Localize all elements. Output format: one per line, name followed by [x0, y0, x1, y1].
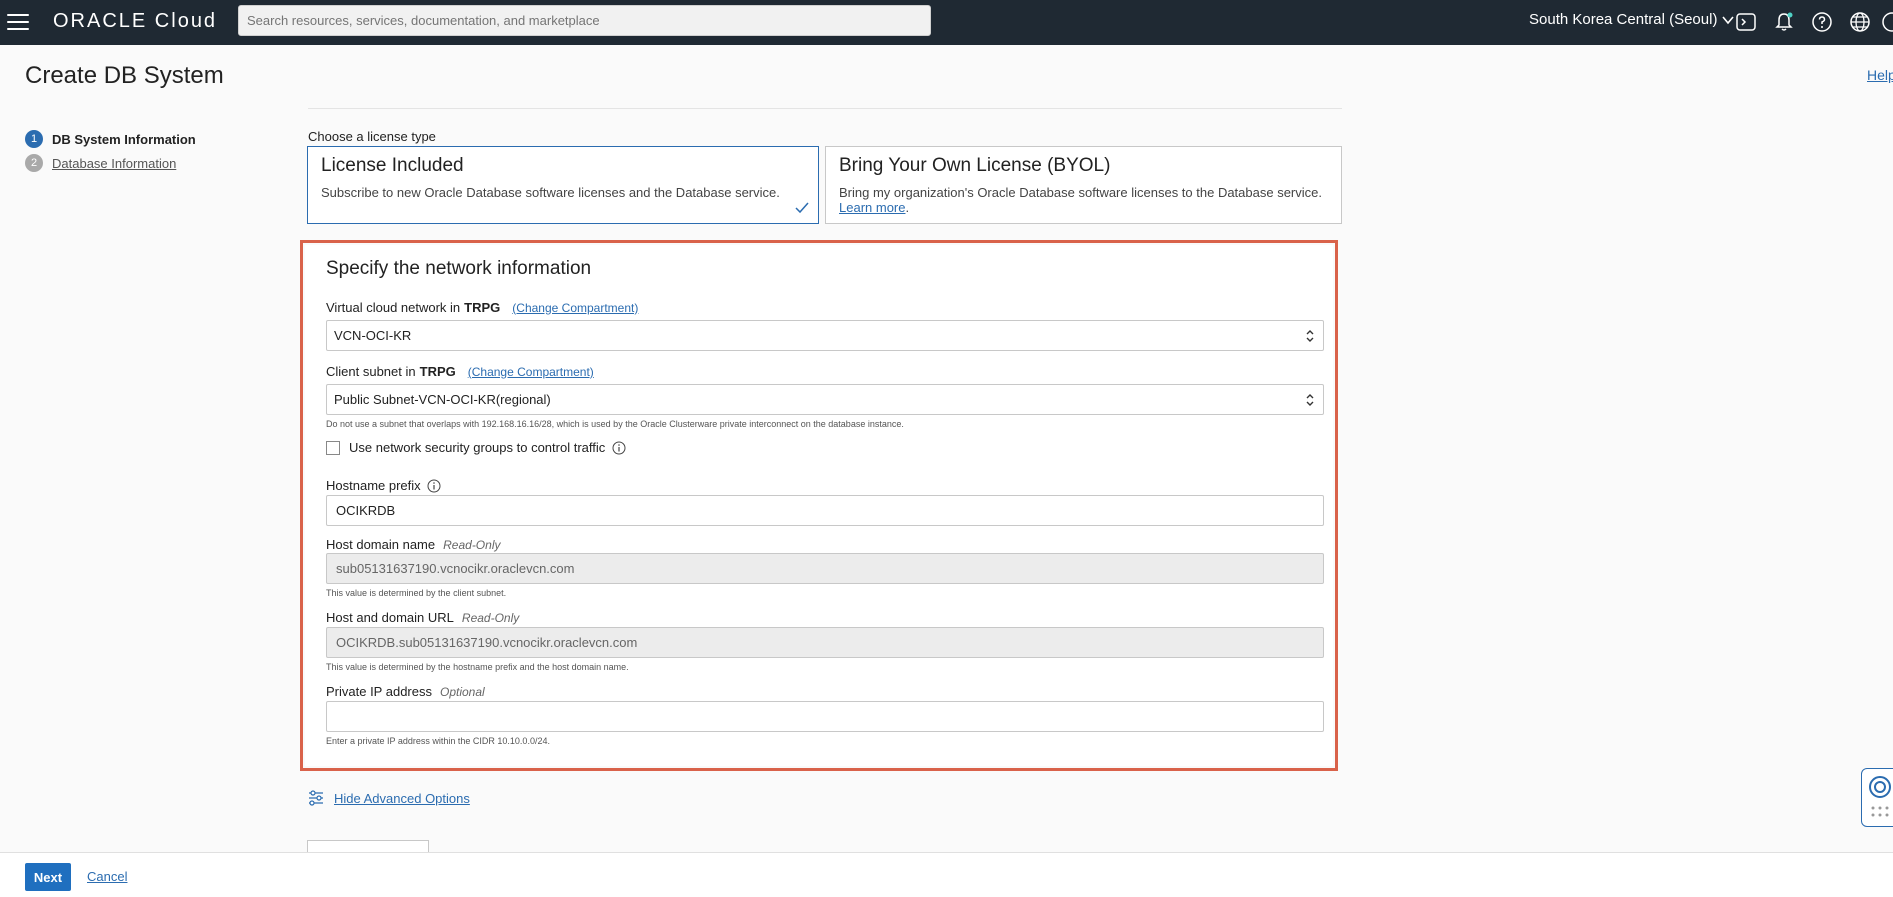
globe-icon[interactable] — [1848, 10, 1872, 34]
help-widget[interactable] — [1861, 768, 1893, 827]
step-label: Database Information — [52, 155, 177, 171]
read-only-tag: Read-Only — [443, 537, 501, 552]
host-domain-url-input — [326, 627, 1324, 658]
advanced-options-toggle[interactable]: Hide Advanced Options — [307, 789, 470, 807]
vcn-select-value: VCN-OCI-KR — [334, 328, 412, 343]
hostname-prefix-input[interactable] — [326, 495, 1324, 526]
host-domain-name-input — [326, 553, 1324, 584]
step-number: 2 — [25, 154, 43, 172]
select-arrows-icon — [1306, 330, 1314, 342]
oracle-cloud-logo[interactable]: ORACLE Cloud — [53, 10, 217, 33]
select-arrows-icon — [1306, 394, 1314, 406]
help-icon[interactable] — [1810, 10, 1834, 34]
wizard-steps: 1 DB System Information 2 Database Infor… — [25, 127, 196, 175]
vcn-change-compartment-link[interactable]: (Change Compartment) — [512, 301, 638, 315]
search-input[interactable] — [239, 6, 930, 35]
info-icon[interactable] — [612, 441, 626, 455]
next-button[interactable]: Next — [25, 863, 71, 891]
subnet-hint: Do not use a subnet that overlaps with 1… — [326, 419, 904, 429]
license-option-description: Subscribe to new Oracle Database softwar… — [321, 185, 780, 200]
vcn-field-label: Virtual cloud network in TRPG (Change Co… — [326, 300, 639, 315]
subnet-select-value: Public Subnet-VCN-OCI-KR(regional) — [334, 392, 551, 407]
private-ip-label: Private IP address Optional — [326, 684, 485, 699]
hostname-prefix-label: Hostname prefix — [326, 478, 441, 493]
help-link[interactable]: Help — [1867, 67, 1893, 83]
subnet-select[interactable]: Public Subnet-VCN-OCI-KR(regional) — [326, 384, 1324, 415]
step-number: 1 — [25, 130, 43, 148]
profile-icon[interactable] — [1880, 10, 1893, 34]
license-option-included[interactable]: License Included Subscribe to new Oracle… — [307, 146, 819, 224]
host-domain-hint: This value is determined by the client s… — [326, 588, 507, 598]
region-label: South Korea Central (Seoul) — [1529, 11, 1718, 28]
search-box[interactable] — [238, 5, 931, 36]
private-ip-input[interactable] — [326, 701, 1324, 732]
nsg-checkbox-label: Use network security groups to control t… — [349, 440, 606, 455]
subnet-field-label: Client subnet in TRPG (Change Compartmen… — [326, 364, 594, 379]
checkmark-icon — [795, 202, 809, 214]
nsg-checkbox-row[interactable]: Use network security groups to control t… — [326, 440, 626, 455]
region-selector[interactable]: South Korea Central (Seoul) — [1529, 11, 1735, 28]
nsg-checkbox[interactable] — [326, 440, 340, 455]
host-domain-name-label: Host domain name Read-Only — [326, 537, 501, 552]
network-section-title: Specify the network information — [326, 258, 592, 279]
license-option-byol[interactable]: Bring Your Own License (BYOL) Bring my o… — [825, 146, 1342, 224]
footer-bar — [0, 852, 1893, 897]
optional-tag: Optional — [439, 684, 485, 699]
hide-advanced-options-link[interactable]: Hide Advanced Options — [334, 791, 470, 806]
page-title: Create DB System — [25, 62, 224, 89]
step-db-system-information[interactable]: 1 DB System Information — [25, 127, 196, 151]
learn-more-link[interactable]: Learn more — [839, 200, 905, 215]
grid-dots-icon — [1871, 806, 1889, 817]
host-domain-url-label: Host and domain URL Read-Only — [326, 610, 520, 625]
private-ip-hint: Enter a private IP address within the CI… — [326, 736, 550, 746]
step-label: DB System Information — [52, 131, 196, 147]
vcn-compartment: TRPG — [464, 300, 501, 315]
license-option-title: License Included — [321, 155, 464, 176]
bell-icon[interactable] — [1772, 10, 1796, 34]
step-database-information[interactable]: 2 Database Information — [25, 151, 196, 175]
cloud-shell-icon[interactable] — [1734, 10, 1758, 34]
subnet-change-compartment-link[interactable]: (Change Compartment) — [468, 365, 594, 379]
host-domain-url-hint: This value is determined by the hostname… — [326, 662, 629, 672]
license-type-label: Choose a license type — [308, 129, 436, 144]
info-icon[interactable] — [427, 479, 441, 493]
menu-icon[interactable] — [6, 11, 30, 33]
cancel-link[interactable]: Cancel — [87, 869, 127, 884]
subnet-compartment: TRPG — [419, 364, 456, 379]
license-option-description: Bring my organization's Oracle Database … — [839, 185, 1322, 215]
top-navigation-bar: ORACLE Cloud South Korea Central (Seoul) — [0, 0, 1893, 45]
sliders-icon — [309, 790, 323, 806]
read-only-tag: Read-Only — [461, 610, 520, 625]
section-divider — [308, 108, 1342, 109]
lifebuoy-icon — [1869, 776, 1891, 798]
license-option-title: Bring Your Own License (BYOL) — [839, 155, 1111, 176]
vcn-select[interactable]: VCN-OCI-KR — [326, 320, 1324, 351]
